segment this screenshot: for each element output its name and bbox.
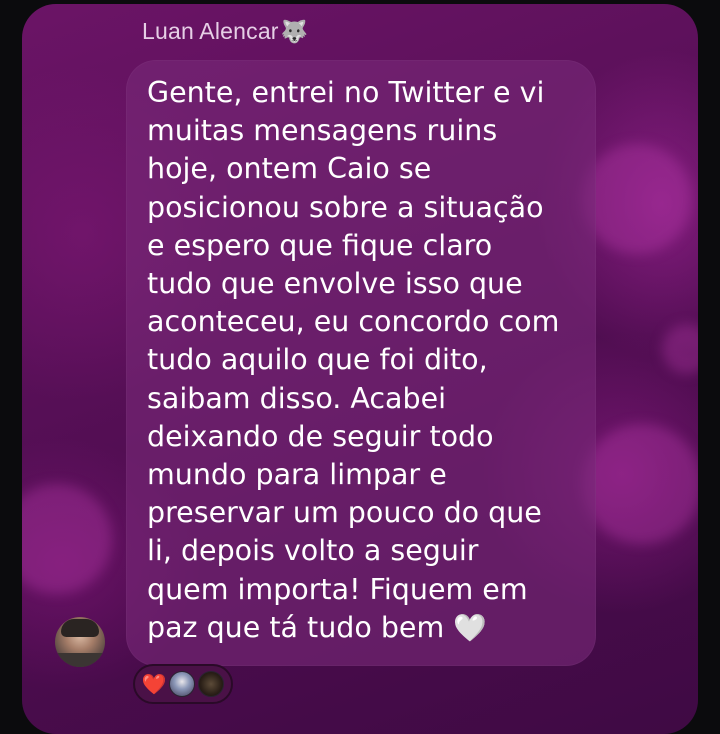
wolf-emoji-icon: 🐺 — [280, 20, 309, 45]
reactor-avatar-1-icon — [169, 671, 195, 697]
background-heart-decoration — [582, 424, 698, 544]
reactions-bar[interactable]: ❤️ — [133, 664, 233, 704]
background-heart-decoration — [22, 484, 112, 594]
white-heart-emoji-icon: 🤍 — [453, 612, 487, 644]
red-heart-icon: ❤️ — [141, 672, 167, 696]
sender-avatar[interactable] — [55, 617, 105, 667]
message-bubble[interactable]: Gente, entrei no Twitter e vi muitas men… — [126, 60, 596, 666]
sender-name-text: Luan Alencar — [142, 18, 279, 44]
message-text: Gente, entrei no Twitter e vi muitas men… — [147, 76, 560, 644]
background-heart-decoration — [662, 324, 698, 374]
reactor-avatar-2-icon — [198, 671, 224, 697]
background-heart-decoration — [582, 144, 692, 254]
message-body: Gente, entrei no Twitter e vi muitas men… — [147, 74, 586, 648]
avatar-shirt — [55, 653, 105, 667]
avatar-hair — [61, 619, 99, 637]
screen-frame: Luan Alencar🐺 Gente, entrei no Twitter e… — [0, 0, 720, 734]
sender-name[interactable]: Luan Alencar🐺 — [142, 18, 308, 45]
